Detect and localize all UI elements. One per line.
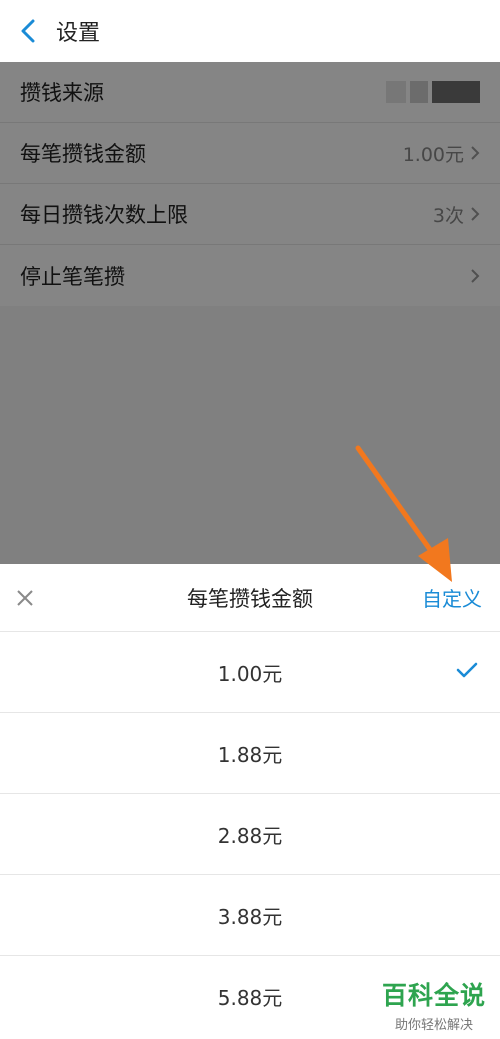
amount-option[interactable]: 3.88元 [0,875,500,956]
annotation-arrow-icon [355,445,452,582]
watermark-subtitle: 助你轻松解决 [394,1018,473,1033]
watermark-logo: 百科全说 助你轻松解决 [374,976,494,1033]
close-button[interactable] [14,587,36,609]
back-button[interactable] [0,0,56,62]
watermark-title: 百科全说 [381,981,486,1010]
option-label: 1.00元 [217,661,283,686]
top-app-bar: 设置 [0,0,500,62]
amount-option[interactable]: 2.88元 [0,794,500,875]
option-label: 1.88元 [217,742,283,767]
amount-option[interactable]: 1.88元 [0,713,500,794]
option-label: 3.88元 [217,904,283,929]
custom-amount-button[interactable]: 自定义 [422,583,482,612]
option-label: 5.88元 [217,986,283,1010]
chevron-left-icon [21,19,35,43]
close-icon [17,589,33,606]
amount-option[interactable]: 1.00元 [0,632,500,713]
option-label: 2.88元 [217,823,283,848]
checkmark-icon [456,662,478,682]
amount-picker-sheet: 每笔攒钱金额 自定义 1.00元 1.88元 2.88元 3.88元 5.88元 [0,564,500,1039]
page-title: 设置 [56,21,101,46]
